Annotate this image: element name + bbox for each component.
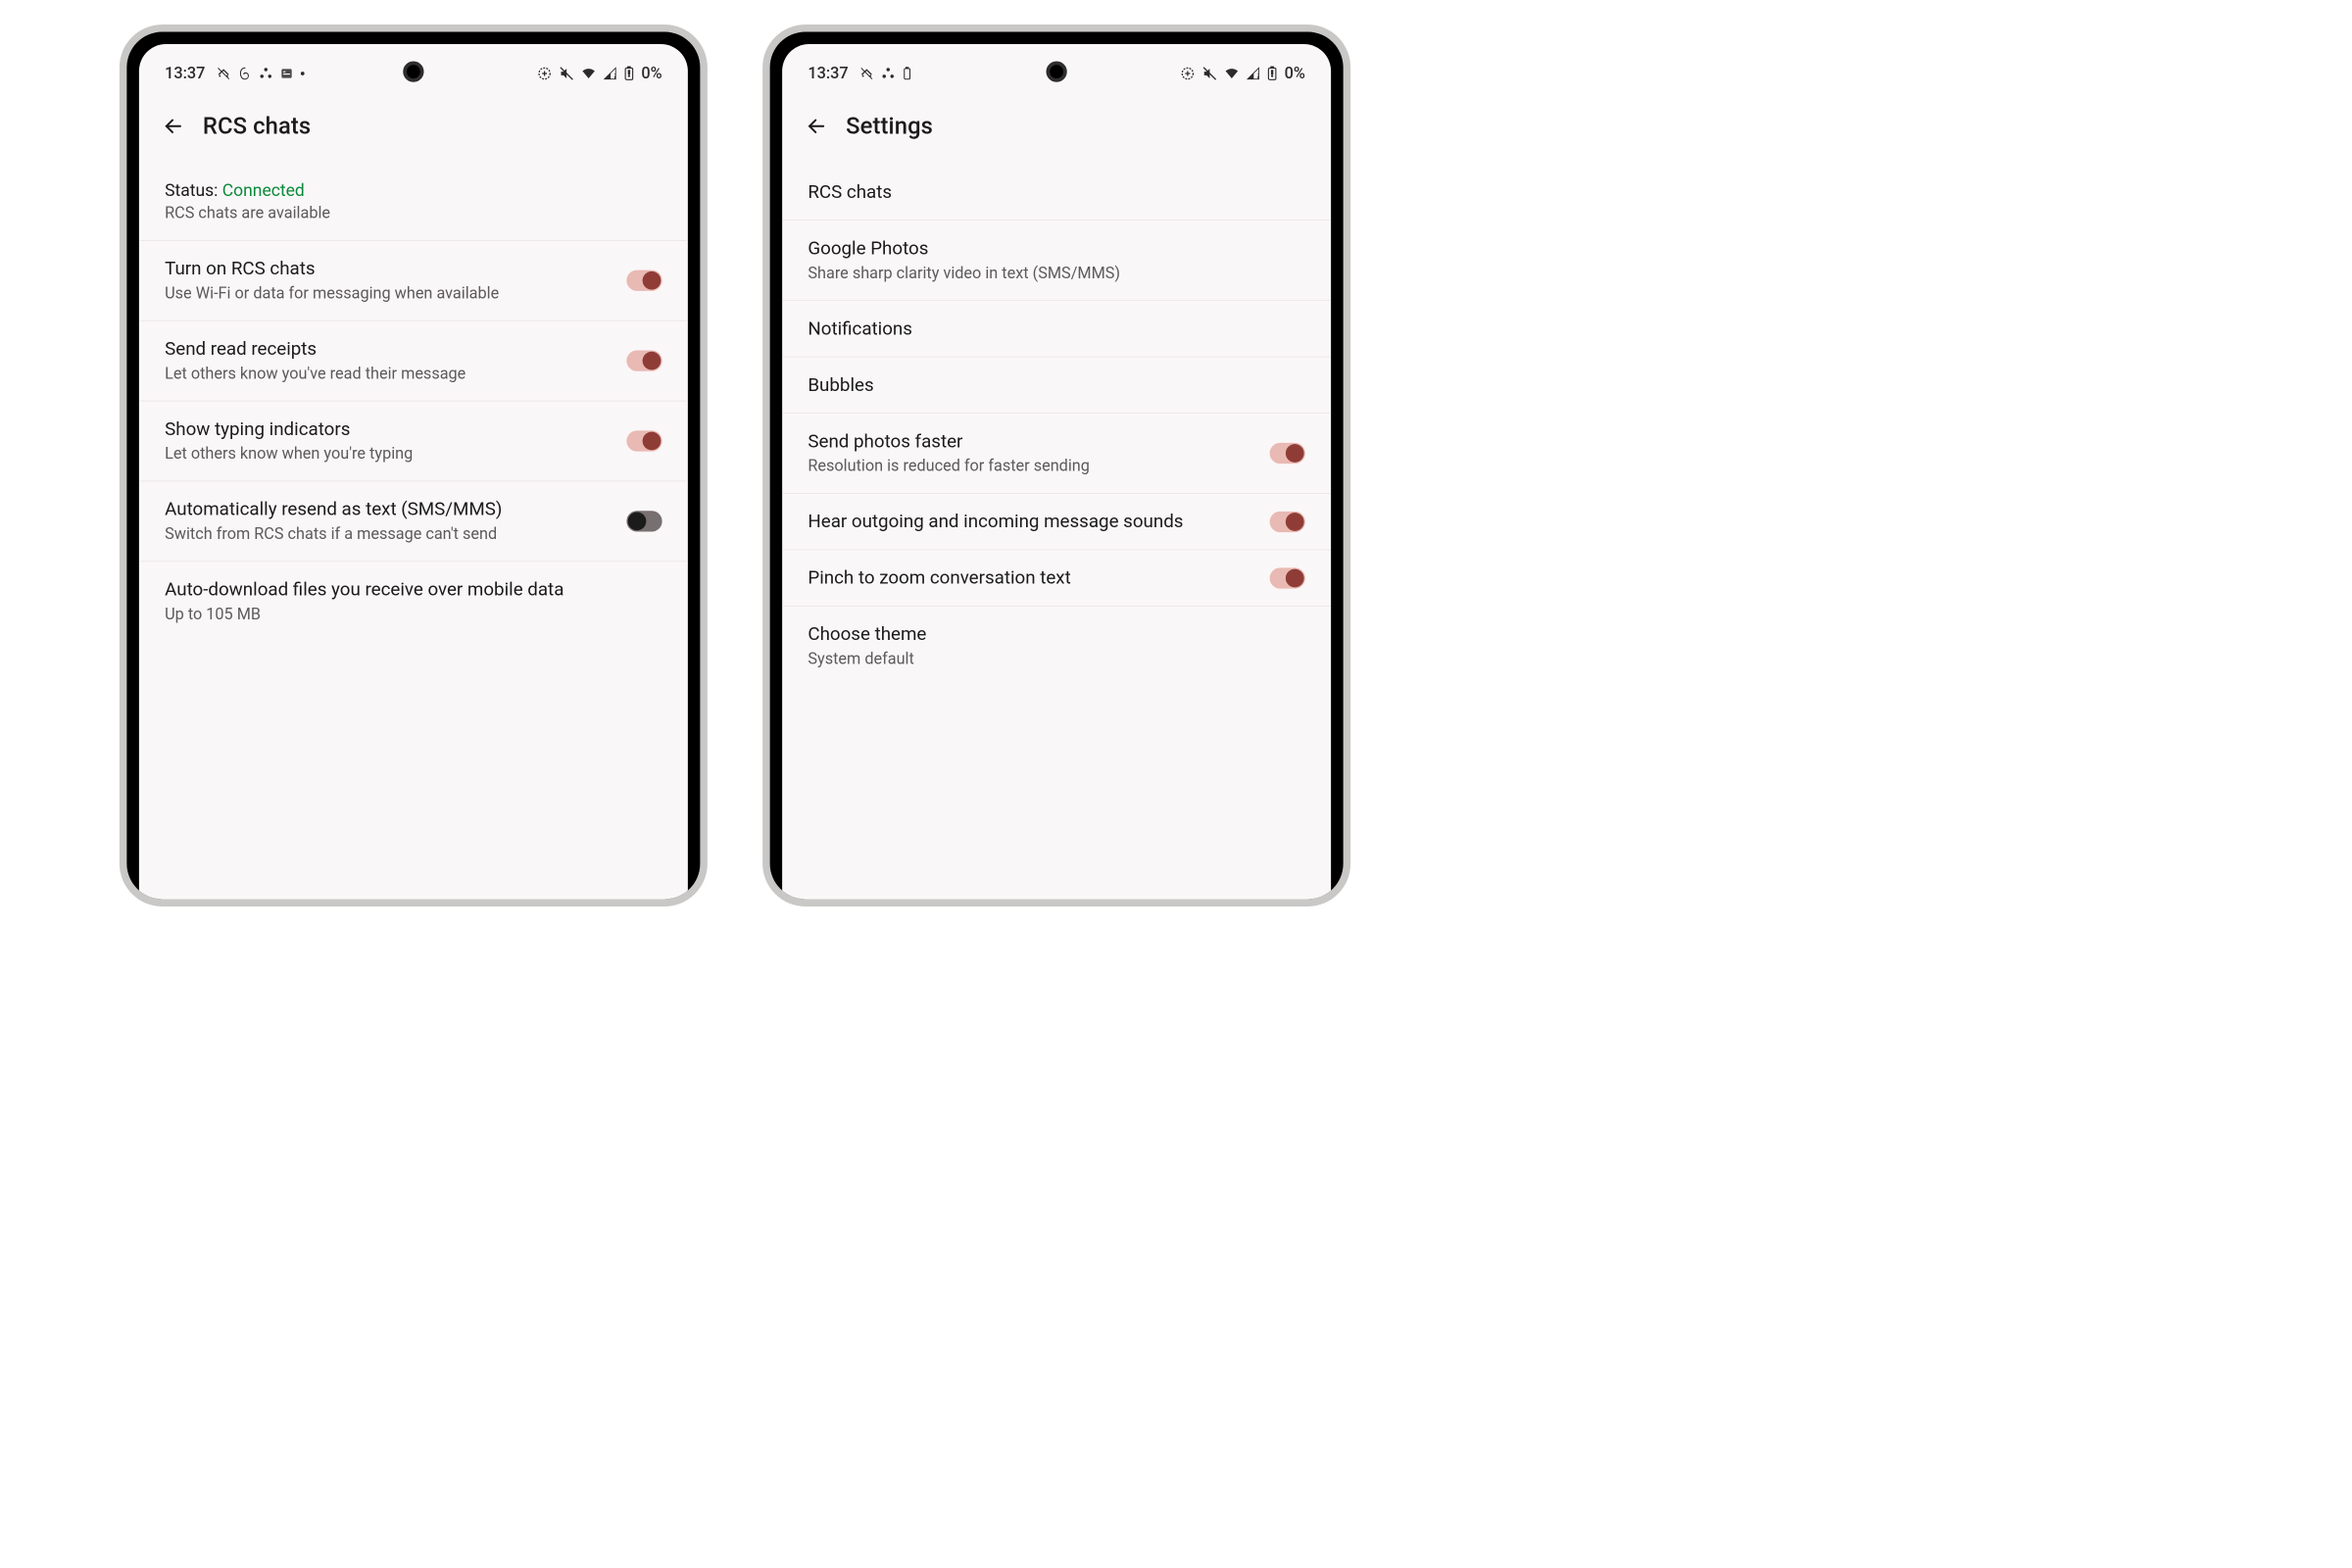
row-title: Hear outgoing and incoming message sound… — [808, 510, 1254, 533]
page-title: RCS chats — [203, 113, 311, 140]
status-sub: RCS chats are available — [165, 203, 662, 224]
phone-left: 13:37 0% — [120, 24, 708, 906]
battery-small-icon — [903, 67, 912, 80]
toggle-switch[interactable] — [1270, 443, 1305, 464]
threads-icon — [238, 67, 252, 80]
app-icon — [280, 67, 294, 80]
setting-notifications[interactable]: Notifications — [782, 301, 1331, 357]
row-title: Notifications — [808, 317, 1305, 340]
toggle-switch[interactable] — [626, 431, 662, 452]
rcs-status-block: Status: Connected RCS chats are availabl… — [139, 158, 688, 240]
app-bar: Settings — [782, 88, 1331, 158]
row-sub: Switch from RCS chats if a message can't… — [165, 524, 612, 546]
battery-icon — [1267, 67, 1277, 81]
row-title: Send read receipts — [165, 337, 612, 361]
row-title: Bubbles — [808, 373, 1305, 397]
row-title: Google Photos — [808, 236, 1305, 260]
row-sub: Let others know when you're typing — [165, 444, 612, 466]
battery-percent: 0% — [641, 65, 662, 83]
row-sub: Let others know you've read their messag… — [165, 364, 612, 385]
row-title: Pinch to zoom conversation text — [808, 566, 1254, 590]
wifi-icon — [581, 67, 596, 81]
signal-icon — [1247, 67, 1260, 80]
status-time: 13:37 — [808, 65, 848, 83]
row-title: Auto-download files you receive over mob… — [165, 578, 662, 602]
status-value: Connected — [222, 180, 305, 201]
share-icon — [259, 67, 272, 80]
back-button[interactable] — [805, 114, 829, 138]
setting-typing-indicators[interactable]: Show typing indicators Let others know w… — [139, 402, 688, 481]
share-icon — [881, 67, 895, 80]
setting-auto-download[interactable]: Auto-download files you receive over mob… — [139, 562, 688, 641]
app-bar: RCS chats — [139, 88, 688, 158]
row-title: Turn on RCS chats — [165, 257, 612, 280]
add-alarm-icon — [1180, 67, 1195, 81]
row-sub: Use Wi-Fi or data for messaging when ava… — [165, 283, 612, 305]
wifi-icon — [1224, 67, 1239, 81]
row-title: RCS chats — [808, 180, 1305, 204]
battery-percent: 0% — [1285, 65, 1305, 83]
row-sub: Up to 105 MB — [165, 605, 662, 626]
row-title: Send photos faster — [808, 429, 1254, 453]
battery-icon — [624, 67, 634, 81]
mute-icon — [1202, 67, 1217, 81]
toggle-switch[interactable] — [626, 512, 662, 532]
camera-cutout — [1047, 62, 1067, 82]
add-alarm-icon — [537, 67, 552, 81]
row-sub: Resolution is reduced for faster sending — [808, 456, 1254, 477]
toggle-switch[interactable] — [1270, 512, 1305, 532]
mute-icon — [560, 67, 574, 81]
setting-turn-on-rcs[interactable]: Turn on RCS chats Use Wi-Fi or data for … — [139, 241, 688, 320]
status-time: 13:37 — [165, 65, 205, 83]
setting-google-photos[interactable]: Google Photos Share sharp clarity video … — [782, 220, 1331, 300]
phone-right: 13:37 0% — [762, 24, 1350, 906]
more-notifications-icon — [301, 72, 305, 75]
back-button[interactable] — [161, 114, 185, 138]
page-title: Settings — [846, 113, 933, 140]
setting-auto-resend[interactable]: Automatically resend as text (SMS/MMS) S… — [139, 481, 688, 561]
setting-read-receipts[interactable]: Send read receipts Let others know you'v… — [139, 321, 688, 401]
toggle-switch[interactable] — [626, 270, 662, 291]
row-title: Show typing indicators — [165, 417, 612, 441]
missed-call-icon — [859, 67, 874, 81]
setting-send-photos-faster[interactable]: Send photos faster Resolution is reduced… — [782, 414, 1331, 493]
toggle-switch[interactable] — [626, 351, 662, 371]
setting-choose-theme[interactable]: Choose theme System default — [782, 607, 1331, 686]
row-sub: System default — [808, 649, 1305, 670]
row-sub: Share sharp clarity video in text (SMS/M… — [808, 263, 1305, 284]
signal-icon — [604, 67, 617, 80]
setting-pinch-zoom[interactable]: Pinch to zoom conversation text — [782, 550, 1331, 606]
setting-bubbles[interactable]: Bubbles — [782, 357, 1331, 413]
row-title: Choose theme — [808, 622, 1305, 646]
toggle-switch[interactable] — [1270, 567, 1305, 588]
status-label: Status: — [165, 180, 222, 201]
setting-message-sounds[interactable]: Hear outgoing and incoming message sound… — [782, 494, 1331, 550]
setting-rcs-chats[interactable]: RCS chats — [782, 158, 1331, 220]
missed-call-icon — [217, 67, 231, 81]
row-title: Automatically resend as text (SMS/MMS) — [165, 498, 612, 521]
camera-cutout — [403, 62, 423, 82]
